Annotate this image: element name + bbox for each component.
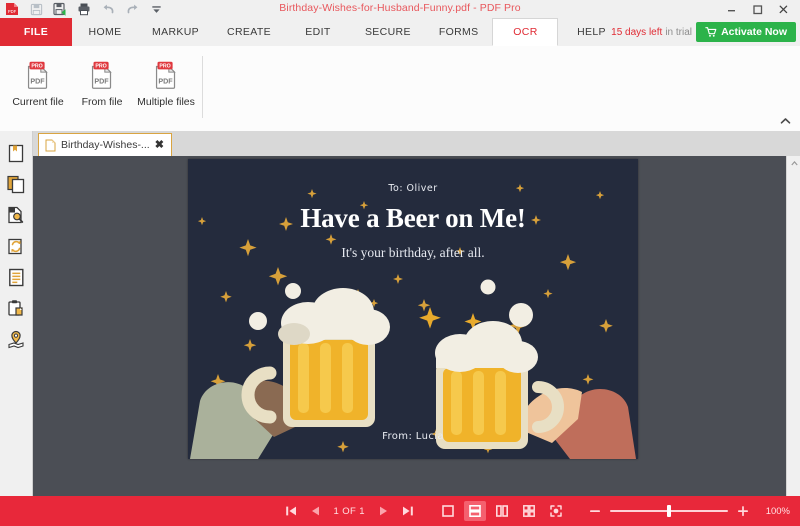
scroll-up-icon[interactable] <box>787 156 800 170</box>
sidebar-item-search[interactable] <box>3 204 29 226</box>
single-page-view-icon[interactable] <box>437 501 459 521</box>
zoom-controls: 100% <box>587 503 790 519</box>
svg-text:PDF: PDF <box>30 78 45 86</box>
attachments-icon <box>8 299 23 316</box>
card-title: Have a Beer on Me! <box>300 203 526 233</box>
zoom-out-button[interactable] <box>587 503 603 519</box>
zoom-in-button[interactable] <box>735 503 751 519</box>
continuous-view-icon[interactable] <box>464 501 486 521</box>
ribbon-group-separator <box>202 56 203 118</box>
minimize-button[interactable] <box>718 0 744 18</box>
zoom-slider[interactable] <box>610 504 728 518</box>
svg-text:PRO: PRO <box>159 64 170 70</box>
tab-home[interactable]: HOME <box>72 18 138 46</box>
sidebar-item-layers[interactable] <box>3 266 29 288</box>
document-icon <box>45 139 56 151</box>
sidebar-item-bookmarks[interactable] <box>3 142 29 164</box>
activate-now-button[interactable]: Activate Now <box>696 22 796 42</box>
left-sidebar <box>0 131 33 496</box>
grid-view-icon[interactable] <box>518 501 540 521</box>
ocr-multiple-files-button[interactable]: PDF PRO Multiple files <box>134 50 198 108</box>
rotate-pages-icon <box>8 238 22 254</box>
pdf-pro-icon: PDF PRO <box>91 61 112 89</box>
tab-file[interactable]: FILE <box>0 18 72 46</box>
right-mug-foam <box>435 321 538 373</box>
tab-markup[interactable]: MARKUP <box>138 18 213 46</box>
card-recipient: To: Oliver <box>388 183 438 194</box>
trial-status: 15 days left in trial <box>611 18 692 46</box>
next-page-button[interactable] <box>373 500 395 522</box>
maximize-button[interactable] <box>744 0 770 18</box>
svg-text:PRO: PRO <box>31 64 42 70</box>
last-page-button[interactable] <box>397 500 419 522</box>
svg-text:PDF: PDF <box>94 78 109 86</box>
zoom-level-label: 100% <box>765 505 790 517</box>
sidebar-item-rotate-pages[interactable] <box>3 235 29 257</box>
ocr-from-file-label: From file <box>81 96 123 108</box>
destinations-icon <box>8 330 24 348</box>
previous-page-button[interactable] <box>304 500 326 522</box>
ribbon-collapse-button[interactable] <box>776 113 794 129</box>
first-page-button[interactable] <box>280 500 302 522</box>
ribbon-panel-ocr: PDF PRO Current file PDF PRO From file P… <box>0 46 800 132</box>
bookmarks-icon <box>8 144 23 162</box>
tab-secure[interactable]: SECURE <box>351 18 425 46</box>
svg-text:PDF: PDF <box>158 78 173 86</box>
ocr-button-group: PDF PRO Current file PDF PRO From file P… <box>6 50 198 108</box>
page-navigation: 1 OF 1 <box>280 500 419 522</box>
page-indicator[interactable]: 1 OF 1 <box>328 506 371 517</box>
close-button[interactable] <box>770 0 796 18</box>
trial-days-left: 15 days left <box>611 26 663 38</box>
vertical-scrollbar[interactable] <box>786 156 800 496</box>
status-bar: 1 OF 1 100% <box>0 496 800 526</box>
sidebar-item-page-thumbnails[interactable] <box>3 173 29 195</box>
ribbon-tab-strip: FILE HOME MARKUP CREATE EDIT SECURE FORM… <box>0 18 800 47</box>
search-icon <box>8 206 24 223</box>
title-bar: PDF Birthday-Wishes-for-Husband-Funny.pd… <box>0 0 800 18</box>
document-tab-label: Birthday-Wishes-... <box>61 139 150 151</box>
pdf-pro-window: PDF Birthday-Wishes-for-Husband-Funny.pd… <box>0 0 800 526</box>
window-controls <box>718 0 796 18</box>
sidebar-item-attachments[interactable] <box>3 297 29 319</box>
card-sender: From: Lucia <box>382 431 444 442</box>
page-thumbnails-icon <box>7 175 25 193</box>
two-page-view-icon[interactable] <box>491 501 513 521</box>
document-workspace: To: Oliver Have a Beer on Me! It's your … <box>33 156 800 496</box>
svg-text:PRO: PRO <box>95 64 106 70</box>
trial-suffix: in trial <box>665 26 692 38</box>
tab-forms[interactable]: FORMS <box>425 18 493 46</box>
view-mode-buttons <box>437 501 567 521</box>
ocr-multiple-files-label: Multiple files <box>137 96 195 108</box>
cart-icon <box>705 27 717 37</box>
ocr-current-file-button[interactable]: PDF PRO Current file <box>6 50 70 108</box>
fit-page-icon[interactable] <box>545 501 567 521</box>
tab-ocr[interactable]: OCR <box>492 18 559 46</box>
layers-icon <box>8 268 23 286</box>
document-tab-bar: Birthday-Wishes-... ✖ <box>0 131 800 156</box>
ribbon-tabs: HOME MARKUP CREATE EDIT SECURE FORMS OCR… <box>72 18 624 46</box>
ocr-current-file-label: Current file <box>12 96 64 108</box>
zoom-slider-handle[interactable] <box>667 505 671 517</box>
tab-create[interactable]: CREATE <box>213 18 285 46</box>
pdf-pro-icon: PDF PRO <box>27 61 48 89</box>
document-tab-close-icon[interactable]: ✖ <box>155 139 164 151</box>
pdf-page[interactable]: To: Oliver Have a Beer on Me! It's your … <box>188 159 638 459</box>
sidebar-item-destinations[interactable] <box>3 328 29 350</box>
document-tab[interactable]: Birthday-Wishes-... ✖ <box>38 133 172 156</box>
card-subtitle: It's your birthday, after all. <box>341 245 485 260</box>
ocr-from-file-button[interactable]: PDF PRO From file <box>70 50 134 108</box>
pdf-pro-icon: PDF PRO <box>155 61 176 89</box>
tab-edit[interactable]: EDIT <box>285 18 351 46</box>
activate-now-label: Activate Now <box>721 26 787 38</box>
window-title: Birthday-Wishes-for-Husband-Funny.pdf - … <box>279 2 521 14</box>
